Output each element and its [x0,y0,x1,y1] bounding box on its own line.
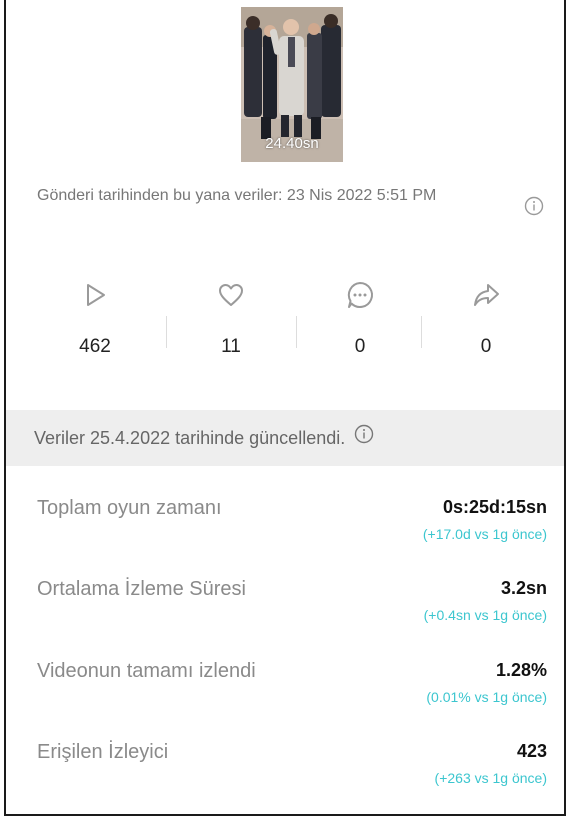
data-updated-text: Veriler 25.4.2022 tarihinde güncellendi. [34,428,346,448]
stat-divider [296,316,297,348]
metric-label: Toplam oyun zamanı [37,497,222,519]
metric-watched-full-video: Videonun tamamı izlendi 1.28% (0.01% vs … [37,660,547,730]
metric-delta: (+0.4sn vs 1g önce) [423,607,547,623]
views-count: 462 [79,336,111,357]
shares-count: 0 [480,336,492,357]
info-icon[interactable] [354,410,374,466]
likes-count: 11 [221,336,241,357]
comments-count: 0 [354,336,366,357]
metric-value: 423 [516,741,547,761]
metric-value: 3.2sn [500,578,547,598]
metric-reached-audience: Erişilen İzleyici 423 (+263 vs 1g önce) [37,741,547,811]
metric-label: Videonun tamamı izlendi [37,660,256,682]
comment-icon [320,280,400,310]
stat-views: 462 [55,280,135,358]
metric-total-play-time: Toplam oyun zamanı 0s:25d:15sn (+17.0d v… [37,497,547,567]
metric-average-watch-time: Ortalama İzleme Süresi 3.2sn (+0.4sn vs … [37,578,547,648]
stat-shares: 0 [446,280,526,358]
metric-value: 1.28% [495,660,547,680]
video-thumbnail[interactable]: 24.40sn [241,7,343,162]
stat-divider [421,316,422,348]
share-icon [446,280,526,310]
video-duration: 24.40sn [265,135,319,152]
heart-icon [191,280,271,310]
play-icon [55,280,135,310]
stat-likes: 11 [191,280,271,358]
stat-divider [166,316,167,348]
info-icon[interactable] [524,196,544,221]
metric-delta: (+17.0d vs 1g önce) [422,526,547,542]
data-updated-banner: Veriler 25.4.2022 tarihinde güncellendi. [6,410,564,466]
analytics-panel: 24.40sn Gönderi tarihinden bu yana veril… [4,0,566,816]
metric-label: Ortalama İzleme Süresi [37,578,246,600]
metric-delta: (+263 vs 1g önce) [434,770,547,786]
metric-label: Erişilen İzleyici [37,741,169,763]
stat-comments: 0 [320,280,400,358]
metric-delta: (0.01% vs 1g önce) [426,689,547,705]
posted-since-text: Gönderi tarihinden bu yana veriler: 23 N… [37,187,437,204]
metric-value: 0s:25d:15sn [442,497,547,517]
engagement-stats: 462 11 0 0 [36,280,546,380]
